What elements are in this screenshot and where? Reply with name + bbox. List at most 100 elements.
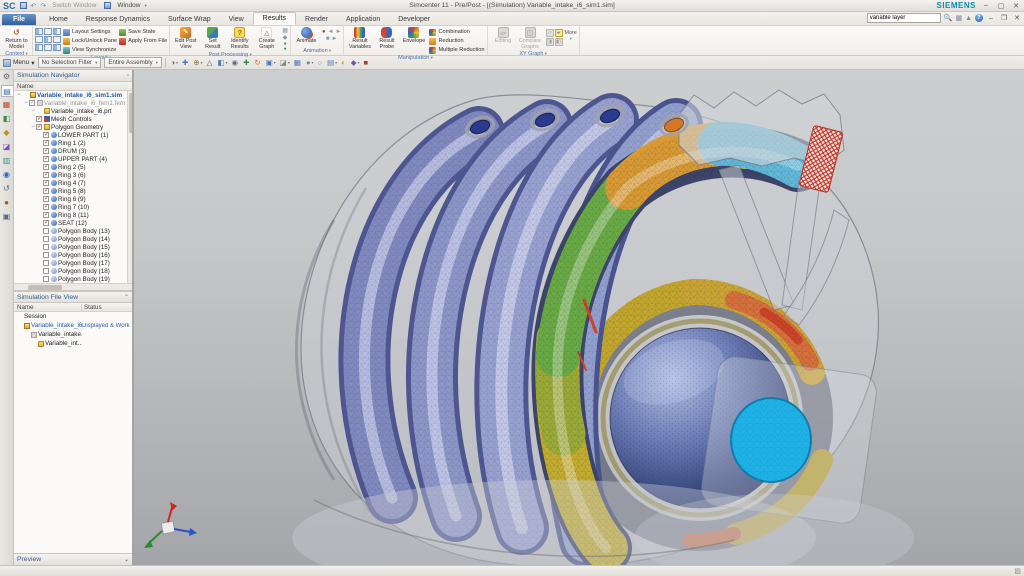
post-processing-navigator-icon[interactable]: ▦	[1, 99, 13, 111]
edit-post-view-button[interactable]: Edit Post View	[172, 27, 199, 50]
identify-results-button[interactable]: Identify Results	[226, 27, 253, 50]
home-icon[interactable]: ▲	[965, 15, 972, 22]
background-icon[interactable]: ▤ ▾	[326, 57, 339, 69]
visibility-checkbox[interactable]	[43, 252, 49, 258]
ribbon-text-button[interactable]: Layout Settings	[63, 28, 117, 36]
palette-icon[interactable]: ▥	[1, 155, 13, 167]
tree-item[interactable]: − Variable_intake_i6_sim1.sim	[14, 91, 132, 99]
ribbon-text-button[interactable]: Multiple Reduction	[429, 46, 485, 54]
tree-item[interactable]: Polygon Body (18)	[14, 267, 132, 275]
touch-panel-icon[interactable]: ▣	[1, 211, 13, 223]
ribbon-tab[interactable]: Render	[296, 14, 337, 25]
selection-filter-dropdown[interactable]: No Selection Filter ▾	[37, 57, 102, 68]
gear-icon[interactable]: ⚙	[1, 71, 13, 83]
visibility-checkbox[interactable]	[43, 260, 49, 266]
effects-icon[interactable]: ◆ ▾	[349, 57, 361, 69]
expander-icon[interactable]: −	[16, 91, 22, 99]
switch-window-button[interactable]: Switch Window	[52, 2, 96, 9]
step-forward-icon[interactable]: ►	[332, 36, 338, 42]
visibility-checkbox[interactable]	[43, 268, 49, 274]
tree-horizontal-scrollbar[interactable]	[14, 284, 132, 291]
visibility-checkbox[interactable]	[43, 171, 49, 178]
ribbon-tab[interactable]: Response Dynamics	[77, 14, 159, 25]
selection-scope-dropdown[interactable]: Entire Assembly ▾	[104, 57, 162, 68]
tree-item[interactable]: Polygon Body (13)	[14, 227, 132, 235]
trim-section-icon[interactable]: ◪ ▾	[278, 57, 291, 69]
visibility-checkbox[interactable]	[43, 139, 49, 146]
visibility-checkbox[interactable]	[36, 123, 42, 130]
visibility-checkbox[interactable]	[43, 203, 49, 210]
navigator-name-column-header[interactable]: Name	[14, 82, 132, 91]
visibility-checkbox[interactable]	[36, 115, 42, 122]
step-back-icon[interactable]: ◄	[328, 29, 334, 35]
post-view-window-icon[interactable]: ▦	[282, 28, 288, 34]
tree-item[interactable]: DRUM (3)	[14, 147, 132, 155]
command-search-input[interactable]	[866, 13, 941, 23]
layout-arrangement-icon[interactable]	[44, 36, 52, 43]
visibility-checkbox[interactable]	[43, 179, 49, 186]
doc-minimize-button[interactable]: –	[986, 15, 996, 22]
tree-item[interactable]: Ring 1 (2)	[14, 139, 132, 147]
xy-window-icon[interactable]: ▱	[545, 29, 554, 37]
ribbon-text-button[interactable]: View Synchronize	[63, 46, 117, 54]
ribbon-text-button[interactable]: Apply From File	[119, 37, 167, 45]
stop-icon[interactable]: ■	[326, 36, 330, 42]
tree-item[interactable]: Ring 7 (10)	[14, 203, 132, 211]
tree-vertical-scrollbar[interactable]	[127, 91, 132, 283]
envelope-button[interactable]: Envelope	[400, 27, 427, 50]
intake-manifold-model[interactable]	[134, 70, 1024, 565]
tree-item[interactable]: Mesh Controls	[14, 115, 132, 123]
minimize-button[interactable]: –	[981, 2, 991, 9]
move-object-icon[interactable]: ✚	[181, 57, 191, 69]
tree-item[interactable]: Polygon Body (19)	[14, 275, 132, 283]
simulation-file-view-header[interactable]: Simulation File View ⌃	[14, 291, 132, 303]
show-hide-icon[interactable]: ◑ ▾	[169, 57, 180, 69]
redo-icon[interactable]: ↷	[40, 2, 46, 10]
pin-icon[interactable]: ▫	[127, 73, 129, 79]
save-icon[interactable]	[19, 2, 27, 9]
file-view-name-column[interactable]: Name	[14, 303, 82, 311]
file-view-row[interactable]: Session	[14, 312, 132, 321]
ribbon-text-button[interactable]: Combination	[429, 28, 484, 36]
ribbon-tab[interactable]: Developer	[389, 14, 439, 25]
tree-item[interactable]: Polygon Body (16)	[14, 251, 132, 259]
xy-function-navigator-icon[interactable]: ◧	[1, 113, 13, 125]
visibility-checkbox[interactable]	[43, 155, 49, 162]
tree-item[interactable]: UPPER PART (4)	[14, 155, 132, 163]
visibility-checkbox[interactable]	[43, 228, 49, 234]
visibility-checkbox[interactable]	[43, 236, 49, 242]
layout-arrangement-icon[interactable]	[44, 44, 52, 51]
visibility-checkbox[interactable]	[43, 276, 49, 282]
file-view-row[interactable]: Variable_intake...	[14, 330, 132, 339]
animate-button[interactable]: Animate	[293, 27, 320, 45]
result-variables-button[interactable]: Result Variables	[346, 27, 373, 50]
reuse-library-icon[interactable]: ◪	[1, 141, 13, 153]
layout-arrangement-icon[interactable]	[53, 28, 61, 35]
visibility-checkbox[interactable]	[43, 163, 49, 170]
file-view-status-column[interactable]: Status	[82, 304, 132, 311]
file-view-row[interactable]: Variable_int...	[14, 339, 132, 348]
web-browser-icon[interactable]: ◉	[1, 169, 13, 181]
help-icon[interactable]: ?	[975, 14, 983, 22]
visibility-checkbox[interactable]	[29, 99, 35, 106]
tree-item[interactable]: SEAT (12)	[14, 219, 132, 227]
zoom-icon[interactable]: ◉	[230, 57, 241, 69]
expander-icon[interactable]: −	[30, 107, 36, 115]
wireframe-style-icon[interactable]: ○	[316, 57, 325, 69]
xy-grid-icon[interactable]: ◧	[554, 38, 563, 46]
visibility-checkbox[interactable]	[43, 244, 49, 250]
search-icon[interactable]: 🔍	[944, 14, 953, 22]
shaded-style-icon[interactable]: ● ▾	[305, 57, 316, 69]
preview-section-header[interactable]: Preview ⌄	[14, 553, 132, 565]
history-icon[interactable]: ↺	[1, 183, 13, 195]
play-icon[interactable]: ►	[336, 29, 342, 35]
throttle-port[interactable]	[730, 397, 812, 483]
layout-arrangement-icon[interactable]	[35, 28, 43, 35]
maximize-button[interactable]: ▢	[996, 2, 1006, 10]
visibility-checkbox[interactable]	[43, 211, 49, 218]
pan-icon[interactable]: ✚	[242, 57, 252, 69]
layout-arrangement-icon[interactable]	[53, 36, 61, 43]
window-layout-icon[interactable]: ▦	[292, 57, 303, 69]
process-studio-icon[interactable]: ●	[1, 197, 13, 209]
alert-icon[interactable]: ▨	[1014, 567, 1021, 575]
